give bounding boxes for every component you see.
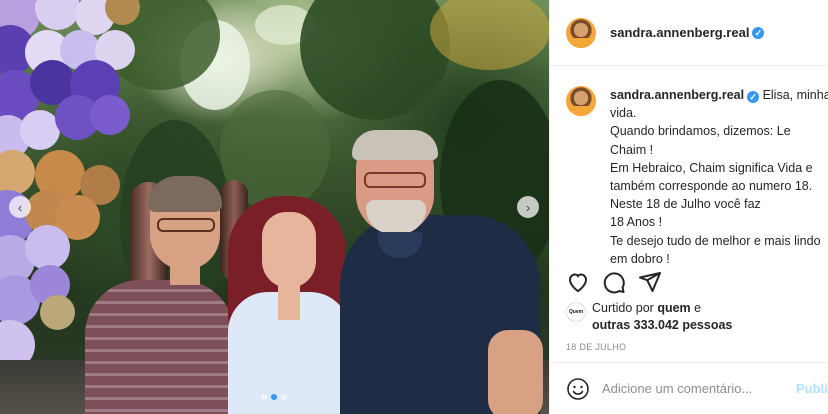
- caption-line: Chaim !: [610, 142, 654, 157]
- post-caption: sandra.annenberg.real ✓ Elisa, minha vida…: [566, 86, 828, 268]
- person-right-hair: [352, 130, 438, 160]
- person-left: [85, 280, 235, 414]
- balloon: [90, 95, 130, 135]
- carousel-dot-active: [271, 394, 277, 400]
- verified-badge-icon: ✓: [747, 91, 760, 103]
- carousel-dot: [261, 394, 267, 400]
- likes-prefix: Curtido por: [592, 301, 654, 315]
- caption-line: 18 Anos !: [610, 215, 663, 230]
- person-right-glasses: [364, 172, 426, 188]
- carousel-dot: [281, 394, 287, 400]
- balloon: [35, 0, 80, 30]
- person-right-arm: [488, 330, 543, 414]
- comment-bar: Publi: [550, 362, 828, 414]
- balloon: [0, 150, 35, 195]
- liker-username[interactable]: quem: [657, 301, 690, 315]
- comment-input[interactable]: [602, 381, 782, 396]
- person-left-neck: [170, 265, 200, 285]
- verified-badge-icon: ✓: [752, 26, 765, 39]
- caption-line: Neste 18 de Julho você faz: [610, 197, 761, 212]
- author-avatar[interactable]: [566, 17, 596, 48]
- paper-plane-icon[interactable]: [638, 270, 662, 294]
- caption-author-avatar[interactable]: [566, 86, 596, 116]
- bookmark-icon[interactable]: [824, 270, 828, 294]
- heart-icon[interactable]: [566, 270, 590, 294]
- person-left-glasses: [157, 218, 215, 232]
- balloon: [25, 225, 70, 270]
- publish-button[interactable]: Publi: [796, 381, 828, 396]
- caption-username[interactable]: sandra.annenberg.real: [610, 88, 744, 102]
- caption-line: Quando brindamos, dizemos: Le: [610, 124, 791, 139]
- caption-text: sandra.annenberg.real ✓ Elisa, minha vida…: [610, 86, 828, 268]
- post-panel: sandra.annenberg.real ✓ sandra.annenberg…: [549, 0, 828, 414]
- caption-line: em dobro !: [610, 251, 670, 266]
- author-username[interactable]: sandra.annenberg.real: [610, 25, 749, 40]
- likes-others-link[interactable]: outras 333.042 pessoas: [592, 318, 732, 332]
- chevron-left-icon: ‹: [17, 199, 23, 215]
- previous-photo-button[interactable]: ‹: [9, 196, 31, 218]
- caption-line: vida.: [610, 106, 637, 121]
- foliage: [300, 0, 450, 120]
- likes-text: Curtido por quem e outras 333.042 pessoa…: [592, 300, 732, 334]
- likes-connector: e: [694, 301, 702, 315]
- caption-line: Em Hebraico, Chaim significa Vida e: [610, 160, 813, 175]
- post-header: sandra.annenberg.real ✓: [550, 0, 828, 66]
- chevron-right-icon: ›: [525, 199, 531, 215]
- person-left-hair: [148, 176, 222, 212]
- post-date[interactable]: 18 DE JULHO: [566, 342, 626, 352]
- post-actions: [566, 270, 828, 294]
- comment-icon[interactable]: [602, 270, 626, 294]
- next-photo-button[interactable]: ›: [517, 196, 539, 218]
- caption-line: Elisa, minha: [762, 88, 828, 102]
- emoji-icon[interactable]: [566, 377, 590, 401]
- liker-avatar[interactable]: Quem: [566, 302, 586, 322]
- balloon: [20, 110, 60, 150]
- caption-line: também corresponde ao numero 18.: [610, 179, 813, 194]
- carousel-indicator: [261, 394, 287, 400]
- post-photo[interactable]: ‹ ›: [0, 0, 549, 414]
- likes-summary: Quem Curtido por quem e outras 333.042 p…: [566, 300, 732, 334]
- caption-line: Te desejo tudo de melhor e mais lindo: [610, 233, 821, 248]
- person-center-head: [262, 212, 316, 288]
- person-center-neck: [278, 280, 300, 320]
- balloon: [40, 295, 75, 330]
